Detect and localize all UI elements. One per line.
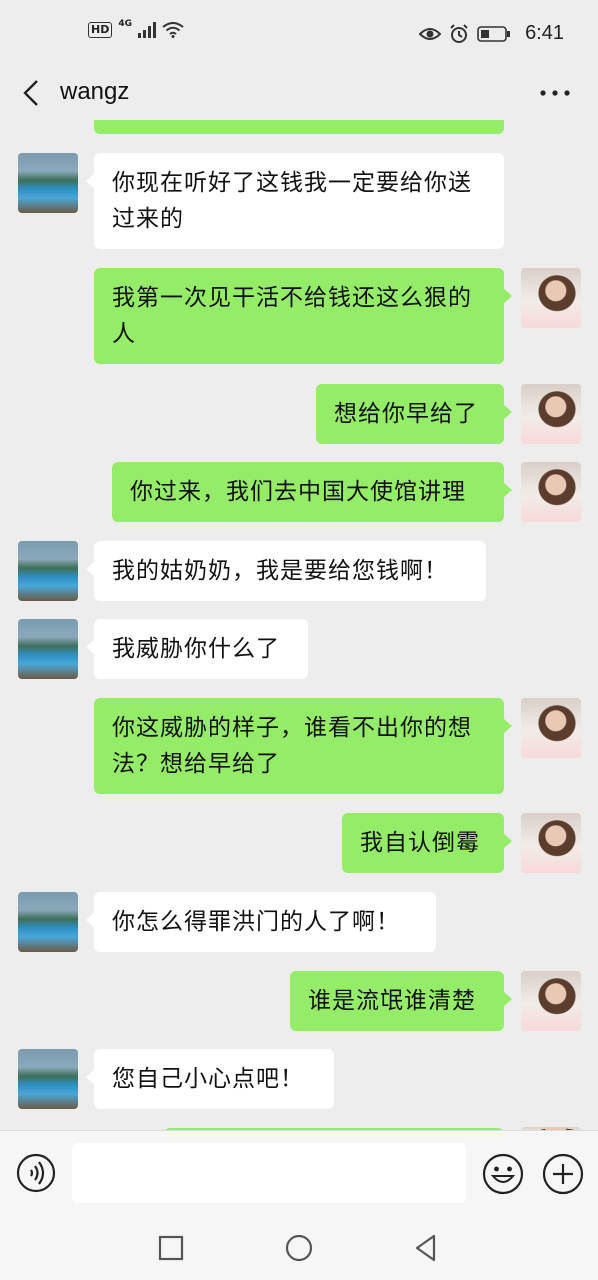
triangle-back-icon[interactable] [410,1232,442,1264]
message-text-line: 你这威胁的样子，谁看不出你的想 [112,715,472,741]
contact-avatar[interactable] [18,153,78,213]
message-bubble-sent[interactable]: 你这威胁的样子，谁看不出你的想 法？想给早给了 [94,698,512,794]
status-left: HD 4G [88,19,184,38]
self-avatar[interactable] [521,462,581,522]
contact-avatar[interactable] [18,892,78,952]
message-bubble-sent[interactable]: 想给你早给了 [316,384,512,444]
hd-icon: HD [88,22,113,38]
clock-time: 6:41 [525,22,564,44]
signal-icon [138,22,156,38]
message-text-line: 过来的 [112,206,184,232]
chat-header: wangz [0,68,598,120]
message-bubble-received[interactable]: 你现在听好了这钱我一定要给你送 过来的 [86,153,504,249]
message-bubble-received[interactable]: 我的姑奶奶，我是要给您钱啊！ [86,541,486,601]
message-bubble-sent[interactable]: 我自认倒霉 [342,813,512,873]
message-bubble-received[interactable]: 你怎么得罪洪门的人了啊！ [86,892,436,952]
self-avatar[interactable] [521,971,581,1031]
circle-icon[interactable] [283,1232,315,1264]
more-dots-icon[interactable] [538,78,572,108]
eye-icon [419,27,442,40]
wifi-icon [162,22,184,38]
alarm-icon [450,23,468,43]
square-icon[interactable] [155,1232,187,1264]
message-text-line: 我的姑奶奶，我是要给您钱啊！ [112,558,448,584]
contact-avatar[interactable] [18,1049,78,1109]
self-avatar[interactable] [521,268,581,328]
message-bubble-received[interactable]: 我威胁你什么了 [86,619,308,679]
chevron-left-icon[interactable] [18,78,48,108]
message-text-line: 谁是流氓谁清楚 [308,988,476,1014]
message-text-line: 您自己小心点吧！ [112,1066,304,1092]
plus-icon[interactable] [542,1153,584,1195]
message-list[interactable]: 你现在听好了这钱我一定要给你送 过来的 我第一次见干活不给钱还这么狠的 人 想给… [0,120,598,1130]
message-text-line: 我威胁你什么了 [112,636,280,662]
message-text-line: 你现在听好了这钱我一定要给你送 [112,170,472,196]
message-text-line: 你过来，我们去中国大使馆讲理 [130,479,466,505]
partial-message-bubble[interactable] [94,120,504,134]
message-bubble-sent[interactable]: 我第一次见干活不给钱还这么狠的 人 [94,268,512,364]
self-avatar[interactable] [521,813,581,873]
status-bar: HD 4G 6:41 [0,0,598,68]
message-text-line: 想给你早给了 [334,401,478,427]
message-text-line: 我自认倒霉 [360,830,480,856]
battery-icon [477,25,511,42]
self-avatar[interactable] [521,698,581,758]
message-input[interactable] [72,1143,466,1203]
message-text-line: 法？想给早给了 [112,751,280,777]
status-right: 6:41 [419,22,564,45]
input-bar [0,1130,598,1217]
message-text-line: 我第一次见干活不给钱还这么狠的 [112,285,472,311]
emoji-icon[interactable] [482,1153,524,1195]
voice-icon[interactable] [16,1153,56,1193]
message-bubble-received[interactable]: 您自己小心点吧！ [86,1049,334,1109]
self-avatar[interactable] [521,384,581,444]
message-text-line: 人 [112,321,136,347]
message-bubble-sent[interactable]: 谁是流氓谁清楚 [290,971,512,1031]
contact-avatar[interactable] [18,541,78,601]
message-text-line: 你怎么得罪洪门的人了啊！ [112,909,400,935]
system-nav-bar [0,1216,598,1280]
message-bubble-sent[interactable]: 你过来，我们去中国大使馆讲理 [112,462,512,522]
contact-avatar[interactable] [18,619,78,679]
network-type-label: 4G [118,19,132,29]
page-title: wangz [60,78,130,105]
